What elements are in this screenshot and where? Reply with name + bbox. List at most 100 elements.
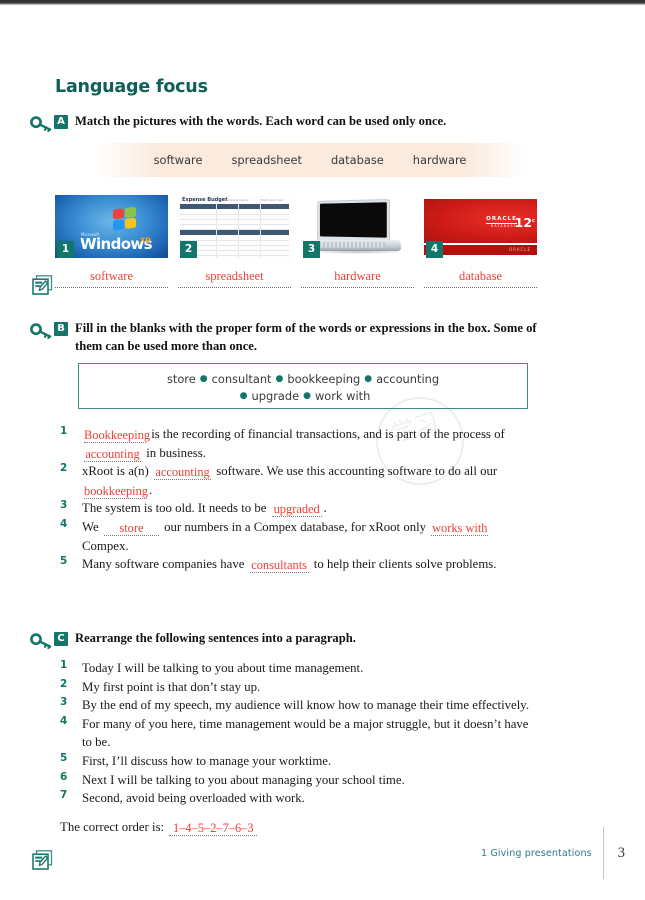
exercise-item: 2 xRoot is a(n) accounting software. We u… (60, 462, 540, 499)
spreadsheet-column-divider (260, 203, 261, 258)
oracle-footer-text: ORACLE (509, 247, 531, 252)
task-letter-a: A (54, 115, 68, 129)
exercise-text: Today I will be talking to you about tim… (82, 661, 364, 675)
exercise-item: 7 Second, avoid being overloaded with wor… (60, 789, 540, 808)
exercise-item: 3 The system is too old. It needs to be u… (60, 499, 540, 518)
answer-blank[interactable]: accounting (154, 465, 212, 481)
oracle-version: 12c (515, 215, 535, 230)
picture-frame-3: 3 (301, 195, 414, 258)
picture-answer-4[interactable]: database (424, 267, 537, 288)
bullet-separator: ● (239, 391, 248, 401)
exercise-text: We store our numbers in a Compex databas… (82, 519, 489, 553)
word-strip-a: software spreadsheet database hardware (95, 143, 525, 177)
page-title: Language focus (55, 77, 208, 97)
notebook-pencil-icon-footer (32, 850, 53, 870)
exercise-item: 6 Next I will be talking to you about man… (60, 771, 540, 790)
correct-order-answer[interactable]: 1–4–5–2–7–6–3 (169, 821, 258, 836)
oracle-version-suffix: c (532, 217, 535, 224)
picture-item-3: 3 hardware (301, 195, 414, 288)
windows-xp-label: xp (140, 235, 151, 244)
exercise-list-c: 1 Today I will be talking to you about ti… (60, 659, 540, 808)
spreadsheet-subtitle-right: Month and Year (260, 198, 284, 202)
picture-answer-1[interactable]: software (55, 267, 168, 288)
picture-number-2: 2 (180, 241, 197, 258)
spreadsheet-header-row (180, 230, 289, 235)
answer-blank[interactable]: bookkeeping (84, 484, 148, 499)
exercise-number: 3 (60, 499, 68, 512)
exercise-text: Second, avoid being overloaded with work… (82, 791, 305, 806)
exercise-text: First, I’ll discuss how to manage your w… (82, 753, 332, 768)
exercise-text: By the end of my speech, my audience wil… (82, 698, 530, 713)
exercise-number: 4 (60, 714, 68, 727)
answer-text: hardware (334, 269, 381, 283)
word-chip[interactable]: hardware (413, 153, 467, 167)
answer-blank[interactable]: consultants (249, 558, 309, 574)
answer-blank[interactable]: Bookkeeping (84, 428, 150, 443)
footer-unit-title: 1 Giving presentations (481, 847, 592, 859)
exercise-number: 2 (60, 462, 68, 475)
key-icon (30, 116, 52, 132)
exercise-number: 5 (60, 555, 68, 568)
picture-number-4: 4 (426, 241, 443, 258)
notebook-pencil-icon (32, 275, 53, 295)
word-bank-item[interactable]: consultant (212, 372, 272, 386)
exercise-item: 1 Bookkeeping is the recording of financi… (60, 425, 540, 462)
word-chip[interactable]: spreadsheet (232, 153, 302, 167)
word-bank-item[interactable]: upgrade (252, 389, 300, 403)
word-chip[interactable]: software (154, 153, 203, 167)
exercise-list-b: 1 Bookkeeping is the recording of financi… (60, 425, 540, 574)
task-a-instruction: Match the pictures with the words. Each … (75, 114, 447, 128)
answer-text: spreadsheet (205, 269, 264, 283)
word-bank-item[interactable]: accounting (376, 372, 439, 386)
picture-answer-2[interactable]: spreadsheet (178, 267, 291, 288)
exercise-number: 6 (60, 770, 68, 783)
answer-text: database (458, 269, 503, 283)
answer-blank[interactable]: accounting (84, 447, 141, 462)
exercise-item: 4 For many of you here, time management w… (60, 715, 540, 752)
bullet-separator: ● (199, 374, 208, 384)
exercise-text: For many of you here, time management wo… (82, 716, 529, 750)
picture-frame-2: Expense Budget Company Name Month and Ye… (178, 195, 291, 258)
oracle-name: ORACLE (486, 216, 517, 222)
task-letter-c: C (54, 632, 68, 646)
exercise-number: 4 (60, 517, 68, 530)
key-icon (30, 323, 52, 339)
spreadsheet-header-row (180, 204, 289, 209)
word-bank-box: store ● consultant ● bookkeeping ● accounting … (78, 363, 528, 409)
exercise-number: 1 (60, 425, 68, 437)
picture-item-2: Expense Budget Company Name Month and Ye… (178, 195, 291, 288)
answer-blank[interactable]: upgraded (271, 502, 322, 518)
exercise-text: Next I will be talking to you about mana… (82, 772, 405, 787)
word-bank-item[interactable]: work with (315, 389, 370, 403)
correct-order-row: The correct order is: 1–4–5–2–7–6–3 (60, 820, 540, 836)
windows-flag-icon (113, 206, 137, 231)
answer-text: software (89, 269, 134, 283)
oracle-version-number: 12 (514, 215, 533, 230)
answer-blank[interactable]: store (103, 521, 159, 536)
exercise-item: 5 First, I’ll discuss how to manage your … (60, 752, 540, 771)
picture-frame-1: Microsoft Windows xp 1 (55, 195, 168, 258)
exercise-item: 2 My first point is that don’t stay up. (60, 678, 540, 697)
footer-page-number: 3 (617, 844, 625, 861)
word-bank-line-1: store ● consultant ● bookkeeping ● accounting (79, 371, 527, 388)
answer-blank[interactable]: works with (431, 521, 489, 536)
word-chip[interactable]: database (331, 153, 384, 167)
picture-number-1: 1 (57, 241, 74, 258)
worksheet-page: 学习 Language focus A Match the pictures w… (0, 5, 645, 900)
picture-number-3: 3 (303, 241, 320, 258)
spreadsheet-title: Expense Budget (182, 197, 228, 203)
picture-answer-3[interactable]: hardware (301, 267, 414, 288)
word-bank-item[interactable]: store (167, 372, 196, 386)
oracle-banner: ORACLE DATABASE 12c (424, 199, 537, 243)
exercise-item: 4 We store our numbers in a Compex databa… (60, 518, 540, 555)
word-bank-item[interactable]: bookkeeping (287, 372, 360, 386)
task-letter-b: B (54, 322, 68, 336)
task-b-instruction: Fill in the blanks with the proper form … (75, 321, 537, 353)
exercise-text: Bookkeeping is the recording of financia… (84, 427, 505, 462)
exercise-number: 2 (60, 677, 68, 690)
answer-underline (55, 286, 168, 288)
bullet-separator: ● (303, 391, 311, 401)
picture-frame-4: ORACLE DATABASE 12c ORACLE ORACLE 4 (424, 195, 537, 258)
spreadsheet-column-divider (238, 203, 239, 258)
footer-divider (602, 827, 604, 879)
